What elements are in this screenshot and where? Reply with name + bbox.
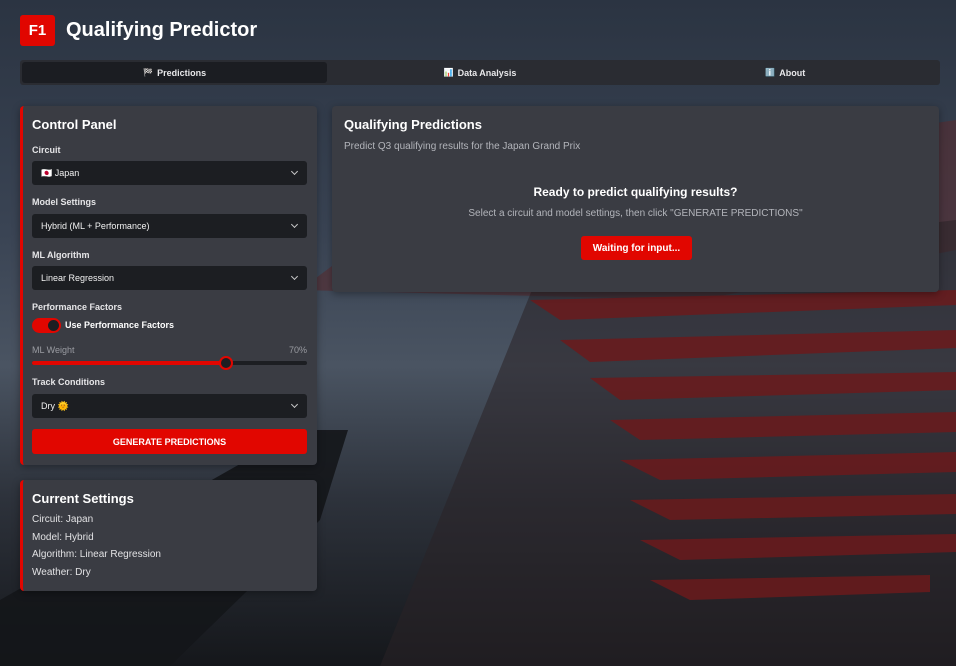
predictions-panel: Qualifying Predictions Predict Q3 qualif… [332,106,939,292]
ml-weight-slider[interactable] [32,356,307,370]
chevron-down-icon [290,220,299,229]
circuit-label: Circuit [32,145,61,155]
generate-predictions-button[interactable]: GENERATE PREDICTIONS [32,429,307,454]
model-select[interactable]: Hybrid (ML + Performance) [32,214,307,238]
waiting-for-input-button[interactable]: Waiting for input... [581,236,692,260]
current-settings-title: Current Settings [32,491,134,506]
chevron-down-icon [290,167,299,176]
current-settings-panel: Current Settings Circuit: Japan Model: H… [20,480,317,591]
chevron-down-icon [290,400,299,409]
setting-weather: Weather: Dry [32,567,91,578]
tab-label: About [779,67,806,78]
tab-label: Predictions [157,67,207,78]
predictions-title: Qualifying Predictions [344,117,482,132]
circuit-select-value: 🇯🇵 Japan [41,167,80,178]
track-conditions-select[interactable]: Dry 🌞 [32,394,307,418]
setting-circuit: Circuit: Japan [32,514,94,525]
bar-chart-icon: 📊 [443,68,454,77]
tab-data-analysis[interactable]: 📊 Data Analysis [327,62,632,83]
algorithm-select-value: Linear Regression [41,273,115,283]
ready-heading: Ready to predict qualifying results? [533,185,738,199]
track-conditions-label: Track Conditions [32,377,106,387]
slider-thumb[interactable] [218,356,233,370]
ml-algorithm-label: ML Algorithm [32,250,90,260]
chevron-down-icon [290,272,299,281]
app-title: Qualifying Predictor [66,18,258,41]
f1-logo: F1 [20,14,55,46]
tab-predictions[interactable]: 🏁 Predictions [22,62,328,83]
slider-fill [32,361,225,365]
model-settings-label: Model Settings [32,197,97,207]
app-header: F1 Qualifying Predictor [20,14,257,46]
performance-factors-label: Performance Factors [32,302,123,312]
ready-instructions: Select a circuit and model settings, the… [468,208,803,219]
ml-weight-value: 70% [288,345,307,355]
toggle-knob [48,320,59,331]
predictions-subtitle: Predict Q3 qualifying results for the Ja… [344,141,581,152]
algorithm-select[interactable]: Linear Regression [32,266,307,290]
performance-toggle-label: Use Performance Factors [65,320,175,330]
model-select-value: Hybrid (ML + Performance) [41,221,150,231]
checkered-flag-icon: 🏁 [143,68,154,77]
track-conditions-value: Dry 🌞 [41,400,69,411]
setting-algorithm: Algorithm: Linear Regression [32,549,161,560]
ml-weight-label: ML Weight [32,345,75,355]
tab-bar: 🏁 Predictions 📊 Data Analysis ℹ️ About [20,60,940,85]
performance-factors-toggle[interactable] [32,318,61,333]
tab-label: Data Analysis [457,67,517,78]
circuit-select[interactable]: 🇯🇵 Japan [32,161,307,185]
control-panel-title: Control Panel [32,117,117,132]
setting-model: Model: Hybrid [32,532,94,543]
tab-about[interactable]: ℹ️ About [633,62,938,83]
control-panel: Control Panel Circuit 🇯🇵 Japan Model Set… [20,106,317,465]
info-icon: ℹ️ [765,68,776,77]
